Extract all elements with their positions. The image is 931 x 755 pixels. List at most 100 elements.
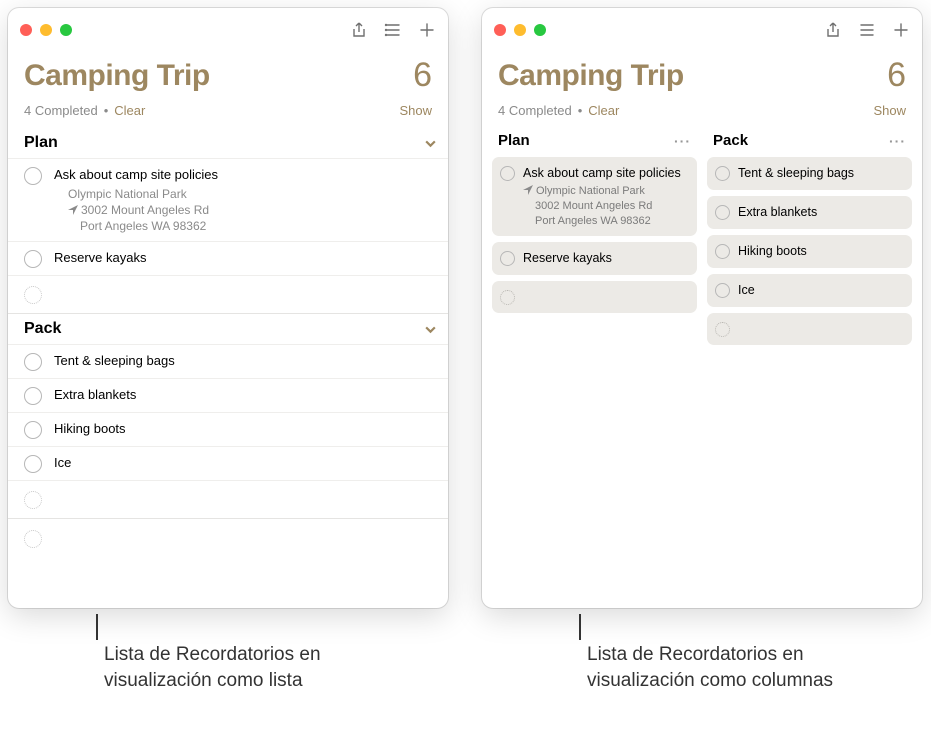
reminder-card[interactable]: Ask about camp site policies Olympic Nat… [492, 157, 697, 236]
traffic-lights [494, 24, 546, 36]
callout-line [96, 614, 98, 640]
reminder-card[interactable]: Reserve kayaks [492, 242, 697, 275]
reminder-card[interactable]: Ice [707, 274, 912, 307]
completion-radio[interactable] [24, 421, 42, 439]
completed-count: 4 Completed [24, 103, 98, 118]
reminder-row[interactable]: Reserve kayaks [8, 241, 448, 275]
section-header-plan[interactable]: Plan [8, 128, 448, 158]
new-reminder-radio[interactable] [24, 491, 42, 509]
column-header-pack[interactable]: Pack ··· [707, 128, 912, 157]
reminder-row[interactable]: Extra blankets [8, 378, 448, 412]
completion-radio[interactable] [500, 166, 515, 181]
reminder-row[interactable]: Ask about camp site policies Olympic Nat… [8, 158, 448, 241]
column-title: Plan [498, 132, 530, 149]
window-titlebar [8, 8, 448, 52]
new-reminder-radio[interactable] [24, 530, 42, 548]
zoom-window-button[interactable] [534, 24, 546, 36]
section-title: Plan [24, 134, 58, 152]
share-icon[interactable] [350, 21, 368, 39]
location-arrow-icon [68, 203, 78, 219]
show-button[interactable]: Show [399, 103, 432, 118]
reminder-title: Ice [738, 282, 902, 299]
reminder-location: Olympic National Park 3002 Mount Angeles… [523, 184, 687, 229]
list-view-icon[interactable] [858, 21, 876, 39]
zoom-window-button[interactable] [60, 24, 72, 36]
column-plan: Plan ··· Ask about camp site policies Ol… [492, 128, 697, 598]
toolbar [824, 21, 910, 39]
reminder-card[interactable]: Hiking boots [707, 235, 912, 268]
list-header: Camping Trip 6 [482, 52, 922, 99]
reminder-title: Extra blankets [738, 204, 902, 221]
completion-radio[interactable] [24, 250, 42, 268]
close-window-button[interactable] [494, 24, 506, 36]
reminder-title: Ask about camp site policies [54, 166, 434, 184]
window-titlebar [482, 8, 922, 52]
close-window-button[interactable] [20, 24, 32, 36]
content-columns: Plan ··· Ask about camp site policies Ol… [482, 128, 922, 608]
completion-radio[interactable] [715, 283, 730, 298]
reminder-title: Extra blankets [54, 386, 434, 404]
list-header: Camping Trip 6 [8, 52, 448, 99]
more-icon[interactable]: ··· [674, 133, 691, 149]
reminder-title: Reserve kayaks [54, 249, 434, 267]
status-separator: • [104, 103, 109, 118]
completion-radio[interactable] [715, 166, 730, 181]
status-row: 4 Completed • Clear Show [8, 99, 448, 128]
new-reminder-card[interactable] [492, 281, 697, 313]
new-reminder-radio[interactable] [715, 322, 730, 337]
chevron-down-icon[interactable] [422, 321, 438, 337]
traffic-lights [20, 24, 72, 36]
new-reminder-card[interactable] [707, 313, 912, 345]
reminder-title: Ask about camp site policies [523, 165, 687, 182]
completion-radio[interactable] [500, 251, 515, 266]
reminder-title: Hiking boots [738, 243, 902, 260]
reminder-title: Ice [54, 454, 434, 472]
status-row: 4 Completed • Clear Show [482, 99, 922, 128]
column-header-plan[interactable]: Plan ··· [492, 128, 697, 157]
callout-line [579, 614, 581, 640]
completion-radio[interactable] [24, 387, 42, 405]
reminder-row[interactable]: Hiking boots [8, 412, 448, 446]
share-icon[interactable] [824, 21, 842, 39]
completion-radio[interactable] [715, 244, 730, 259]
caption-left: Lista de Recordatorios en visualización … [104, 642, 404, 693]
completion-radio[interactable] [24, 353, 42, 371]
reminder-title: Tent & sleeping bags [738, 165, 902, 182]
clear-button[interactable]: Clear [588, 103, 619, 118]
toolbar [350, 21, 436, 39]
show-button[interactable]: Show [873, 103, 906, 118]
chevron-down-icon[interactable] [422, 135, 438, 151]
reminders-window-list-view: Camping Trip 6 4 Completed • Clear Show … [8, 8, 448, 608]
add-reminder-icon[interactable] [892, 21, 910, 39]
add-reminder-icon[interactable] [418, 21, 436, 39]
new-reminder-row[interactable] [8, 275, 448, 313]
completion-radio[interactable] [24, 455, 42, 473]
completion-radio[interactable] [24, 167, 42, 185]
reminder-title: Tent & sleeping bags [54, 352, 434, 370]
new-section-row[interactable] [8, 518, 448, 558]
reminder-row[interactable]: Ice [8, 446, 448, 480]
new-reminder-radio[interactable] [24, 286, 42, 304]
section-header-pack[interactable]: Pack [8, 313, 448, 344]
list-view-icon[interactable] [384, 21, 402, 39]
content-list: Plan Ask about camp site policies Olympi… [8, 128, 448, 608]
new-reminder-radio[interactable] [500, 290, 515, 305]
minimize-window-button[interactable] [40, 24, 52, 36]
more-icon[interactable]: ··· [889, 133, 906, 149]
reminders-window-column-view: Camping Trip 6 4 Completed • Clear Show … [482, 8, 922, 608]
list-title: Camping Trip [24, 59, 210, 93]
new-reminder-row[interactable] [8, 480, 448, 518]
reminder-card[interactable]: Tent & sleeping bags [707, 157, 912, 190]
reminder-location: Olympic National Park 3002 Mount Angeles… [54, 186, 434, 235]
reminder-card[interactable]: Extra blankets [707, 196, 912, 229]
completed-count: 4 Completed [498, 103, 572, 118]
location-arrow-icon [523, 185, 533, 200]
section-title: Pack [24, 320, 61, 338]
minimize-window-button[interactable] [514, 24, 526, 36]
clear-button[interactable]: Clear [114, 103, 145, 118]
reminder-title: Hiking boots [54, 420, 434, 438]
reminder-row[interactable]: Tent & sleeping bags [8, 344, 448, 378]
caption-right: Lista de Recordatorios en visualización … [587, 642, 887, 693]
list-count: 6 [887, 56, 906, 95]
completion-radio[interactable] [715, 205, 730, 220]
